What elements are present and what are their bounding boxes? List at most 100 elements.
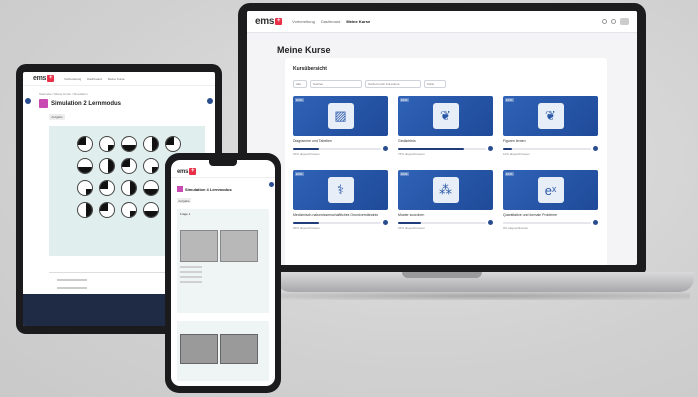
course-card[interactable]: EMS ⚕ Medizinisch-naturwissenschaftliche… [293,170,388,234]
course-card[interactable]: EMS ❦ Figuren lernen 10% abgeschlossen [503,96,598,160]
question-chip[interactable]: Aufgabe [177,198,191,203]
progress-track [398,221,486,224]
course-card[interactable]: EMS ▨ Diagramme und Tabellen 30% abgesch… [293,96,388,160]
answer-options [180,266,266,283]
answer-option[interactable] [180,281,202,283]
progress-fill [503,147,512,150]
course-status: 75% abgeschlossen [398,152,425,156]
page-title: Meine Kurse [277,45,331,55]
figure-icon [99,180,115,196]
course-name[interactable]: Gedächtnis [398,139,493,143]
breadcrumb[interactable]: Startseite / Meine Kurse / Simulation [39,92,215,96]
search-input[interactable]: Suchen [310,80,362,88]
course-name[interactable]: Muster zuordnen [398,213,493,217]
course-overview-panel: Kursübersicht Alle Suchen Sortiert nach … [285,58,607,265]
course-name[interactable]: Quantitative und formale Probleme [503,213,598,217]
question-label: Frage 1 [180,212,191,216]
ems-logo[interactable]: ems + [33,75,55,82]
course-card[interactable]: EMS eˣ Quantitative und formale Probleme… [503,170,598,234]
cube-image [180,230,218,262]
cube-image [220,230,258,262]
drawer-toggle-icon[interactable] [207,98,213,104]
nav-link-vorbereitung[interactable]: Vorbereitung [64,77,81,81]
course-card[interactable]: EMS ⁂ Muster zuordnen 26% abgeschlossen [398,170,493,234]
progress-track [293,221,381,224]
course-name[interactable]: Medizinisch-naturwissenschaftliches Grun… [293,213,388,217]
figure-icon [143,136,159,152]
molecule-icon: ⁂ [432,177,459,203]
answer-option[interactable] [57,279,87,281]
course-card[interactable]: EMS ❦ Gedächtnis 75% abgeschlossen [398,96,493,160]
course-image[interactable]: EMS ⁂ [398,170,493,210]
progress-fill [293,221,320,224]
course-image[interactable]: EMS eˣ [503,170,598,210]
top-navbar: ems + Vorbereitung Dashboard Meine Kurse [247,11,637,33]
drawer-toggle-icon[interactable] [25,98,31,104]
course-status: 30% abgeschlossen [293,152,320,156]
course-menu-icon[interactable] [488,146,493,151]
notification-icon[interactable] [602,19,607,24]
course-image[interactable]: EMS ❦ [503,96,598,136]
course-image[interactable]: EMS ▨ [293,96,388,136]
page-title: Simulation 4 Lernmodus [185,186,232,192]
quiz-icon [39,99,48,108]
answer-option[interactable] [180,266,202,268]
panel-title: Kursübersicht [293,66,327,72]
answer-option[interactable] [180,276,202,278]
course-badge: EMS [505,98,514,102]
ems-logo[interactable]: ems + [177,168,197,175]
drawer-toggle-icon[interactable] [269,182,274,187]
nav-link-dashboard[interactable]: Dashboard [321,19,341,24]
answer-option[interactable] [180,271,202,273]
figure-icon [121,202,137,218]
figure-icon [143,158,159,174]
sort-select[interactable]: Sortiert nach Kursname [365,80,421,88]
laptop-shadow [280,292,690,300]
brain-icon: ❦ [432,103,459,129]
progress-track [503,147,591,150]
answer-option[interactable] [57,287,87,289]
knot-image [180,334,218,364]
course-menu-icon[interactable] [593,146,598,151]
quiz-icon [177,186,183,192]
brain-icon: ❦ [537,103,564,129]
filter-all-select[interactable]: Alle [293,80,307,88]
progress-track [503,221,591,224]
question-card [177,321,269,381]
nav-links: Vorbereitung Dashboard Meine Kurse [64,77,125,81]
course-progress [503,146,598,151]
question-chip[interactable]: Aufgabe [49,114,65,120]
avatar[interactable] [620,18,629,25]
product-showcase: ems + Vorbereitung Dashboard Meine Kurse … [0,0,698,397]
course-progress [293,146,388,151]
course-menu-icon[interactable] [593,220,598,225]
view-select[interactable]: Karte [424,80,446,88]
course-name[interactable]: Diagramme und Tabellen [293,139,388,143]
course-menu-icon[interactable] [383,146,388,151]
course-status: 26% abgeschlossen [398,226,425,230]
dna-icon: ⚕ [327,177,354,203]
ems-logo[interactable]: ems + [255,16,283,27]
course-menu-icon[interactable] [488,220,493,225]
laptop-screen: ems + Vorbereitung Dashboard Meine Kurse … [247,11,637,265]
nav-actions [602,18,629,25]
figure-icon [77,202,93,218]
nav-link-vorbereitung[interactable]: Vorbereitung [292,19,315,24]
message-icon[interactable] [611,19,616,24]
course-badge: EMS [295,98,304,102]
course-name[interactable]: Figuren lernen [503,139,598,143]
course-image[interactable]: EMS ⚕ [293,170,388,210]
figure-icon [165,136,181,152]
nav-link-dashboard[interactable]: Dashboard [87,77,102,81]
course-image[interactable]: EMS ❦ [398,96,493,136]
figure-icon [121,136,137,152]
exponent-icon: eˣ [537,177,564,203]
figure-icon [121,180,137,196]
course-badge: EMS [400,98,409,102]
course-status: 10% abgeschlossen [503,152,530,156]
laptop-device: ems + Vorbereitung Dashboard Meine Kurse … [238,3,646,273]
course-menu-icon[interactable] [383,220,388,225]
nav-link-meine-kurse[interactable]: Meine Kurse [346,19,370,24]
nav-link-meine-kurse[interactable]: Meine Kurse [108,77,125,81]
course-status: 30% abgeschlossen [293,226,320,230]
